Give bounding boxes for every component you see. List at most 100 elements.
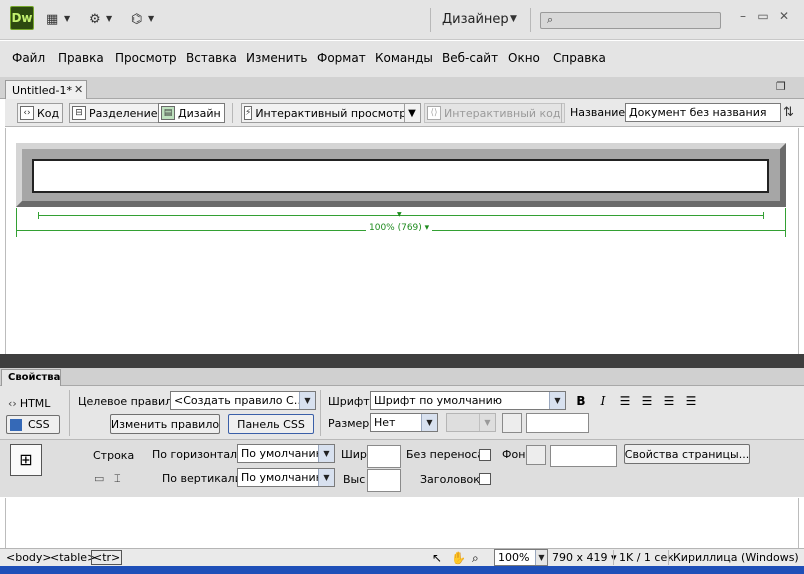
- live-view-button[interactable]: ⚡ Интерактивный просмотр: [241, 103, 408, 123]
- panel-divider[interactable]: [0, 354, 804, 368]
- file-management-icon[interactable]: ⇅: [783, 105, 794, 120]
- bold-icon[interactable]: B: [574, 394, 588, 408]
- split-icon: ⊟: [72, 106, 86, 120]
- background-color-input[interactable]: [550, 445, 617, 467]
- split-cells-icon[interactable]: ⌶: [114, 472, 121, 486]
- font-select[interactable]: Шрифт по умолчанию ▼: [370, 391, 566, 410]
- cell-height-input[interactable]: [367, 469, 401, 492]
- row-label: Строка: [93, 449, 135, 462]
- code-view-button[interactable]: ‹› Код: [17, 103, 64, 123]
- divider: [530, 8, 531, 32]
- menu-edit[interactable]: Правка: [58, 51, 104, 65]
- zoom-select[interactable]: 100% ▼: [494, 549, 548, 566]
- html-code-icon: ‹›: [8, 396, 17, 410]
- italic-icon[interactable]: I: [596, 394, 610, 408]
- menu-insert[interactable]: Вставка: [186, 51, 237, 65]
- menu-modify[interactable]: Изменить: [246, 51, 308, 65]
- align-left-icon[interactable]: ☰: [618, 394, 632, 408]
- status-bar: <body> <table> <tr> ↖ ✋ ⌕ 100% ▼ 790 x 4…: [0, 548, 804, 566]
- align-center-icon[interactable]: ☰: [640, 394, 654, 408]
- restore-icon[interactable]: ▭: [756, 9, 770, 23]
- split-view-button[interactable]: ⊟ Разделение: [69, 103, 162, 123]
- layout-icon[interactable]: ▦: [46, 12, 58, 28]
- header-checkbox[interactable]: [479, 473, 491, 485]
- window-size[interactable]: 790 x 419 ▾: [552, 551, 617, 564]
- header-label: Заголовок: [420, 473, 480, 486]
- menu-help[interactable]: Справка: [553, 51, 606, 65]
- no-wrap-checkbox[interactable]: [479, 449, 491, 461]
- page-properties-button[interactable]: Свойства страницы...: [624, 444, 750, 464]
- target-rule-select[interactable]: <Создать правило C… ▼: [170, 391, 316, 410]
- menu-view[interactable]: Просмотр: [115, 51, 177, 65]
- column-menu-icon[interactable]: ▼: [397, 211, 402, 218]
- size-unit-select: ▼: [446, 413, 496, 432]
- menu-commands[interactable]: Команды: [375, 51, 433, 65]
- table-width-readout[interactable]: 100% (769) ▾: [366, 223, 433, 233]
- properties-tab-label: Свойства: [8, 372, 61, 383]
- close-icon[interactable]: ✕: [74, 83, 83, 96]
- table-cell[interactable]: [32, 159, 769, 193]
- target-rule-value: <Создать правило C…: [174, 394, 305, 407]
- merge-cells-icon[interactable]: ▭: [94, 472, 104, 485]
- live-view-dropdown[interactable]: ▼: [404, 103, 421, 123]
- html-mode-button[interactable]: ‹› HTML: [8, 394, 62, 412]
- html-mode-label: HTML: [19, 396, 51, 410]
- css-mode-button[interactable]: CSS: [6, 415, 60, 434]
- design-view[interactable]: ▼ 100% (769) ▾: [5, 128, 799, 354]
- document-title-input[interactable]: [625, 103, 781, 122]
- live-code-button[interactable]: ⟨⟩ Интерактивный код: [424, 103, 565, 123]
- vertical-align-value: По умолчанию: [241, 471, 325, 484]
- background-label: Фон: [502, 448, 526, 461]
- design-view-button[interactable]: ▤ Дизайн: [158, 103, 225, 123]
- tag-selector-tr[interactable]: <tr>: [91, 550, 123, 565]
- menu-file[interactable]: Файл: [12, 51, 45, 65]
- menu-window[interactable]: Окно: [508, 51, 540, 65]
- chevron-down-icon: ▼: [549, 392, 565, 409]
- text-color-input[interactable]: [526, 413, 589, 433]
- tag-selector-table[interactable]: <table>: [50, 551, 96, 564]
- size-label: Размер: [328, 417, 370, 430]
- restore-panel-icon[interactable]: ❐: [776, 80, 786, 93]
- background-color-swatch[interactable]: [526, 445, 546, 465]
- chevron-down-icon[interactable]: ▼: [510, 14, 517, 24]
- chevron-down-icon: ▼: [318, 445, 334, 462]
- width-ruler-tick: [16, 208, 17, 237]
- horizontal-label: По горизонтали: [152, 448, 245, 461]
- size-select[interactable]: Нет ▼: [370, 413, 438, 432]
- tag-selector-body[interactable]: <body>: [6, 551, 52, 564]
- chevron-down-icon[interactable]: ▼: [64, 13, 74, 25]
- close-icon[interactable]: ✕: [777, 9, 791, 23]
- horizontal-align-select[interactable]: По умолчанию ▼: [237, 444, 335, 463]
- encoding: Кириллица (Windows): [673, 551, 799, 564]
- menu-bar: Файл Правка Просмотр Вставка Изменить Фо…: [0, 41, 804, 77]
- code-icon: ‹›: [20, 106, 34, 120]
- zoom-tool-icon[interactable]: ⌕: [472, 551, 479, 566]
- justify-icon[interactable]: ☰: [684, 394, 698, 408]
- workspace-switcher[interactable]: Дизайнер: [442, 12, 509, 27]
- menu-format[interactable]: Формат: [317, 51, 366, 65]
- layout-table[interactable]: [16, 143, 786, 207]
- vertical-align-select[interactable]: По умолчанию ▼: [237, 468, 335, 487]
- chevron-down-icon[interactable]: ▼: [106, 13, 116, 25]
- divider: [668, 550, 669, 565]
- property-inspector: ‹› HTML CSS Целевое правило <Создать пра…: [0, 386, 804, 497]
- chevron-down-icon: ▼: [299, 392, 315, 409]
- chevron-down-icon[interactable]: ▼: [148, 13, 158, 25]
- text-color-swatch[interactable]: [502, 413, 522, 433]
- site-icon[interactable]: ⌬: [131, 12, 142, 28]
- align-right-icon[interactable]: ☰: [662, 394, 676, 408]
- chevron-down-icon: ▼: [479, 414, 495, 431]
- menu-site[interactable]: Веб-сайт: [442, 51, 498, 65]
- divider: [0, 439, 804, 440]
- chevron-down-icon: ▼: [408, 107, 416, 119]
- edit-rule-button[interactable]: Изменить правило: [110, 414, 220, 434]
- document-tab[interactable]: Untitled-1* ✕: [5, 80, 87, 99]
- cell-width-input[interactable]: [367, 445, 401, 468]
- gear-icon[interactable]: ⚙: [89, 12, 101, 28]
- minimize-icon[interactable]: –: [736, 9, 750, 23]
- pointer-tool-icon[interactable]: ↖: [432, 551, 442, 565]
- hand-tool-icon[interactable]: ✋: [451, 551, 466, 565]
- properties-tab[interactable]: Свойства: [1, 369, 61, 386]
- css-panel-button[interactable]: Панель CSS: [228, 414, 314, 434]
- search-input[interactable]: ⌕: [540, 12, 721, 29]
